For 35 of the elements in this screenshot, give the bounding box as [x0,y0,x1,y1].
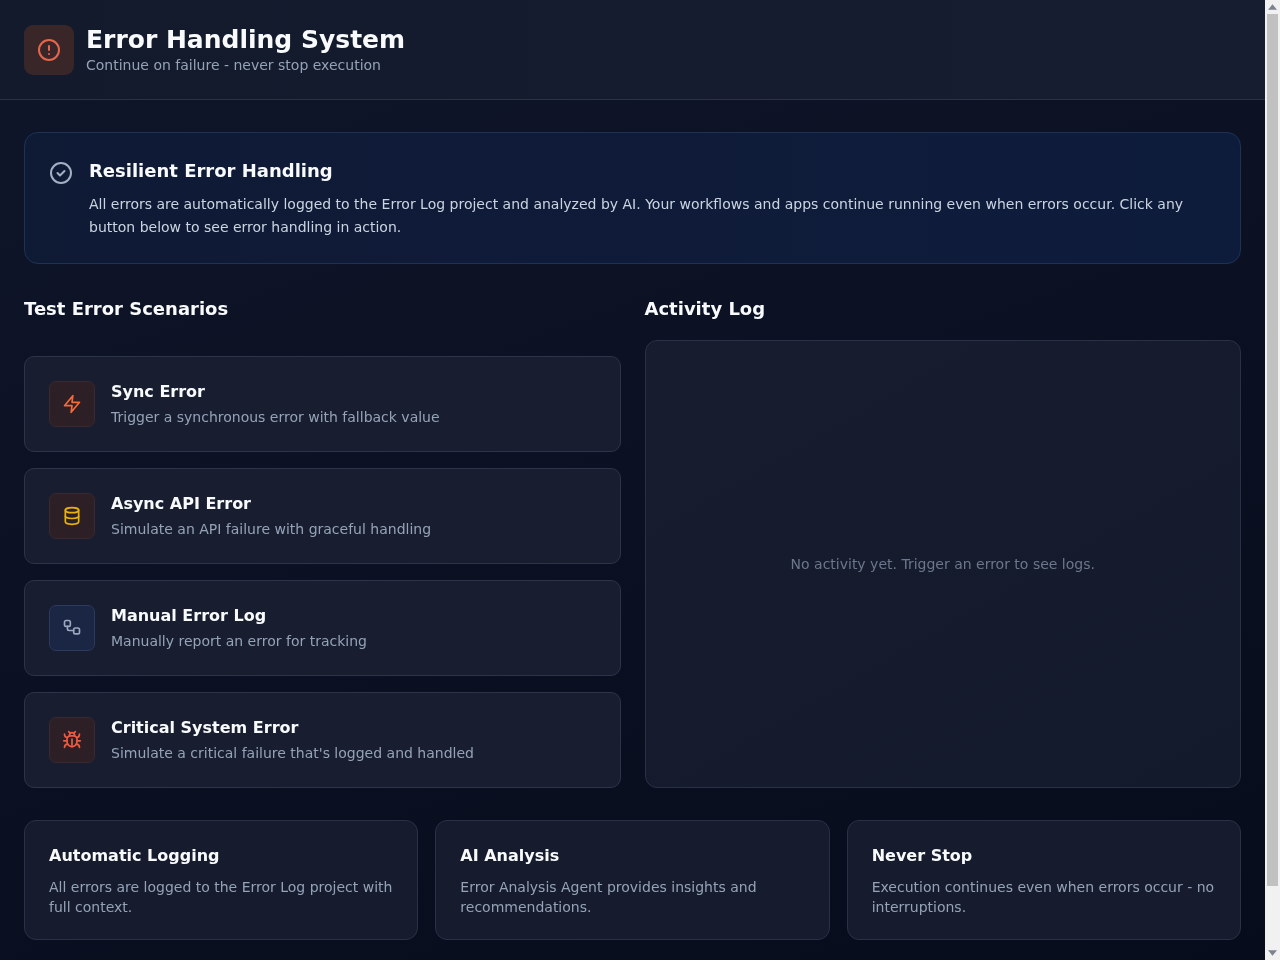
scenario-title: Sync Error [111,381,206,403]
scenario-description: Simulate a critical failure that's logged and handled [111,744,474,763]
section-heading: Activity Log [644,297,767,321]
feature-description: Execution continues even when errors occur - no interruptions. [871,878,1216,917]
app-subtitle: Continue on failure - never stop execution [86,55,382,75]
feature-description: Error Analysis Agent provides insights and recommendations. [460,878,758,917]
banner-text: All errors are automatically logged to the Error Log project and analyzed by AI. Your workflows and apps continue running even when errors occur. Click any button below to see error handling in action. [89,195,1185,237]
feature-title: Automatic Logging [49,845,221,867]
empty-state-text: No activity yet. Trigger an error to see logs. [790,555,1095,574]
scenario-title: Manual Error Log [111,605,268,627]
lightning-icon [49,381,95,427]
scenario-title: Async API Error [111,493,252,515]
scenario-card[interactable]: Critical System Error Simulate a critical failure that's logged and handled [24,692,621,788]
bug-icon [49,717,95,763]
scroll-down-icon[interactable] [1268,950,1277,956]
check-circle-icon [49,161,73,185]
scenario-description: Manually report an error for tracking [111,632,367,651]
banner-title: Resilient Error Handling [89,159,334,183]
connected-squares-icon [49,605,95,651]
scenario-title: Critical System Error [111,717,300,739]
scenario-card[interactable]: Async API Error Simulate an API failure with graceful handling [24,468,621,564]
feature-title: AI Analysis [460,845,561,867]
database-icon [49,493,95,539]
feature-description: All errors are logged to the Error Log project with full context. [49,878,394,917]
scroll-up-icon[interactable] [1268,4,1277,10]
scrollbar-thumb[interactable] [1267,14,1278,886]
feature-title: Never Stop [871,845,974,867]
scenario-description: Simulate an API failure with graceful handling [111,520,432,539]
section-heading: Test Error Scenarios [24,297,230,321]
scenario-description: Trigger a synchronous error with fallback value [111,408,440,427]
scrollbar[interactable] [1265,0,1280,960]
app-title: Error Handling System [86,24,406,55]
scenario-card[interactable]: Sync Error Trigger a synchronous error with fallback value [24,356,621,452]
scenario-card[interactable]: Manual Error Log Manually report an error for tracking [24,580,621,676]
alert-icon [24,24,74,75]
